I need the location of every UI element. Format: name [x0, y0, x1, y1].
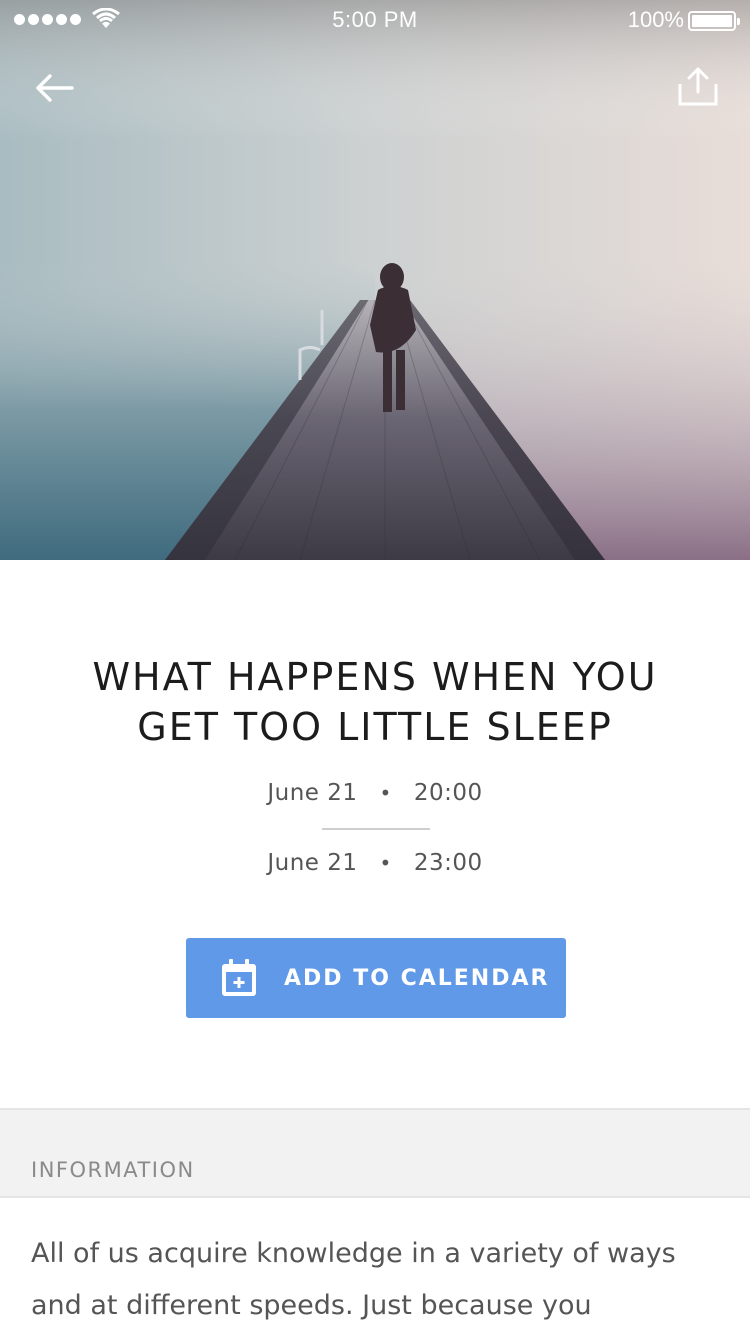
status-bar: 5:00 PM 100%	[0, 0, 750, 40]
end-time: 23:00	[413, 850, 483, 876]
date-divider	[322, 828, 430, 830]
add-to-calendar-button[interactable]: ADD TO CALENDAR	[186, 938, 566, 1018]
information-section-header: INFORMATION	[0, 1108, 750, 1198]
hero-image: 5:00 PM 100%	[0, 0, 750, 560]
back-arrow-icon[interactable]	[34, 68, 76, 108]
event-end: June 21 • 23:00	[0, 850, 750, 876]
start-date: June 21	[267, 780, 358, 806]
separator-dot: •	[379, 851, 392, 875]
battery-percent: 100%	[627, 7, 684, 32]
battery-icon	[688, 11, 740, 31]
separator-dot: •	[379, 781, 392, 805]
information-label: INFORMATION	[31, 1158, 195, 1182]
calendar-add-icon	[222, 959, 256, 996]
add-to-calendar-label: ADD TO CALENDAR	[284, 965, 550, 991]
foggy-pier-photo	[0, 0, 750, 560]
information-text: All of us acquire knowledge in a variety…	[31, 1238, 676, 1321]
end-date: June 21	[267, 850, 358, 876]
share-icon[interactable]	[678, 66, 718, 108]
event-title: WHAT HAPPENS WHEN YOU GET TOO LITTLE SLE…	[92, 655, 658, 749]
event-start: June 21 • 20:00	[0, 780, 750, 806]
start-time: 20:00	[413, 780, 483, 806]
